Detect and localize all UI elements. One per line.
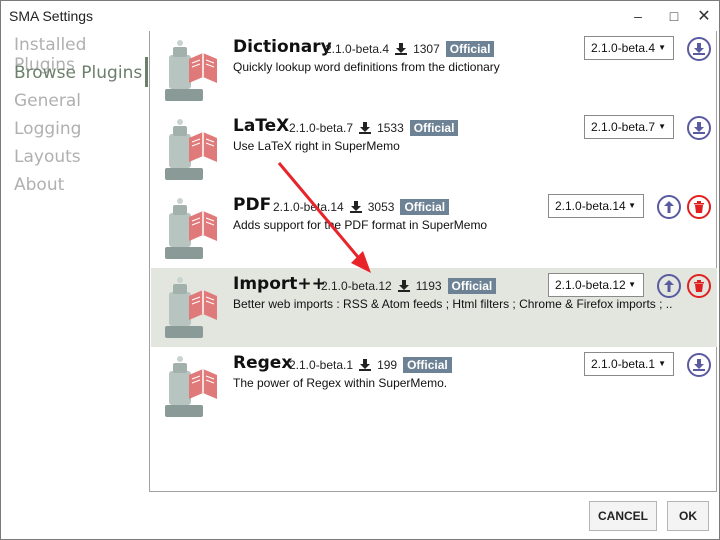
download-count-icon	[395, 43, 408, 55]
close-button[interactable]: ✕	[687, 1, 720, 31]
plugin-version: 2.1.0-beta.1	[289, 358, 354, 372]
plugin-description: Better web imports : RSS & Atom feeds ; …	[233, 297, 673, 311]
active-nav-indicator	[145, 57, 148, 87]
update-button[interactable]	[657, 274, 681, 298]
plugin-name: Regex	[233, 353, 293, 373]
plugin-description: Quickly lookup word definitions from the…	[233, 60, 500, 74]
robot-reading-icon	[165, 277, 217, 338]
plugin-downloads: 199	[377, 358, 398, 372]
plugin-description: The power of Regex within SuperMemo.	[233, 376, 448, 390]
version-select-value: 2.1.0-beta.12	[555, 278, 626, 292]
official-badge: Official	[403, 357, 452, 373]
cancel-button[interactable]: CANCEL	[589, 501, 657, 531]
settings-window: SMA Settings – □ ✕ Installed Plugins Bro…	[0, 0, 720, 540]
arrow-up-icon	[664, 201, 674, 213]
sidebar-item-browse-plugins[interactable]: Browse Plugins	[14, 63, 142, 83]
maximize-button[interactable]: □	[657, 1, 691, 31]
install-button[interactable]	[687, 116, 711, 140]
robot-reading-icon	[165, 40, 217, 101]
window-title: SMA Settings	[9, 8, 94, 24]
version-select-value: 2.1.0-beta.14	[555, 199, 626, 213]
update-button[interactable]	[657, 195, 681, 219]
plugin-description: Adds support for the PDF format in Super…	[233, 218, 488, 232]
sidebar-item-general[interactable]: General	[14, 91, 81, 111]
plugin-name: PDF	[233, 195, 272, 215]
plugin-version: 2.1.0-beta.12	[321, 279, 392, 293]
version-select[interactable]: 2.1.0-beta.1 ▼	[584, 352, 674, 376]
dropdown-caret-icon: ▼	[628, 201, 636, 210]
dropdown-caret-icon: ▼	[628, 280, 636, 289]
plugin-row-import-plus-plus[interactable]: Import++ 2.1.0-beta.12 1193 Official Bet…	[151, 268, 717, 347]
version-select-value: 2.1.0-beta.4	[591, 41, 656, 55]
sidebar: Installed Plugins Browse Plugins General…	[1, 31, 147, 539]
download-icon	[693, 43, 705, 55]
plugin-description: Use LaTeX right in SuperMemo	[233, 139, 400, 153]
download-icon	[693, 122, 705, 134]
version-select[interactable]: 2.1.0-beta.14 ▼	[548, 194, 644, 218]
minimize-button[interactable]: –	[621, 1, 655, 31]
plugin-downloads: 3053	[367, 200, 395, 214]
version-select[interactable]: 2.1.0-beta.4 ▼	[584, 36, 674, 60]
version-select-value: 2.1.0-beta.7	[591, 120, 656, 134]
uninstall-button[interactable]	[687, 195, 711, 219]
official-badge: Official	[447, 278, 497, 294]
version-select[interactable]: 2.1.0-beta.7 ▼	[584, 115, 674, 139]
arrow-up-icon	[664, 280, 674, 292]
title-bar: SMA Settings – □ ✕	[1, 1, 719, 31]
download-count-icon	[349, 201, 362, 213]
plugin-name: LaTeX	[233, 116, 290, 136]
plugin-meta: 2.1.0-beta.7 1533 Official	[289, 120, 459, 136]
dropdown-caret-icon: ▼	[658, 359, 666, 368]
download-count-icon	[359, 359, 372, 371]
ok-button[interactable]: OK	[667, 501, 709, 531]
robot-reading-icon	[165, 119, 217, 180]
plugin-row-latex[interactable]: LaTeX 2.1.0-beta.7 1533 Official Use LaT…	[151, 110, 717, 189]
official-badge: Official	[445, 41, 495, 57]
plugin-meta: 2.1.0-beta.4 1307 Official	[325, 41, 495, 57]
sidebar-item-about[interactable]: About	[14, 175, 64, 195]
plugin-version: 2.1.0-beta.4	[325, 42, 390, 56]
plugin-meta: 2.1.0-beta.12 1193 Official	[321, 278, 497, 294]
plugin-name: Dictionary	[233, 37, 332, 57]
uninstall-button[interactable]	[687, 274, 711, 298]
plugin-meta: 2.1.0-beta.14 3053 Official	[273, 199, 450, 215]
plugin-downloads: 1307	[413, 42, 440, 56]
plugin-version: 2.1.0-beta.14	[273, 200, 344, 214]
robot-reading-icon	[165, 356, 217, 417]
install-button[interactable]	[687, 37, 711, 61]
sidebar-item-layouts[interactable]: Layouts	[14, 147, 81, 167]
version-select-value: 2.1.0-beta.1	[591, 357, 656, 371]
plugin-row-dictionary[interactable]: Dictionary 2.1.0-beta.4 1307 Official Qu…	[151, 31, 717, 110]
robot-reading-icon	[165, 198, 217, 259]
plugin-row-regex[interactable]: Regex 2.1.0-beta.1 199 Official The powe…	[151, 347, 717, 426]
plugin-downloads: 1193	[415, 279, 442, 293]
plugin-name: Import++	[233, 274, 326, 294]
trash-icon	[694, 280, 704, 292]
plugin-row-pdf[interactable]: PDF 2.1.0-beta.14 3053 Official Adds sup…	[151, 189, 717, 268]
official-badge: Official	[409, 120, 459, 136]
download-count-icon	[397, 280, 410, 292]
download-icon	[693, 359, 705, 371]
dropdown-caret-icon: ▼	[658, 122, 666, 131]
version-select[interactable]: 2.1.0-beta.12 ▼	[548, 273, 644, 297]
plugin-meta: 2.1.0-beta.1 199 Official	[289, 357, 452, 373]
dropdown-caret-icon: ▼	[658, 43, 666, 52]
plugin-version: 2.1.0-beta.7	[289, 121, 354, 135]
install-button[interactable]	[687, 353, 711, 377]
download-count-icon	[359, 122, 372, 134]
plugin-downloads: 1533	[377, 121, 404, 135]
trash-icon	[694, 201, 704, 213]
sidebar-item-logging[interactable]: Logging	[14, 119, 81, 139]
official-badge: Official	[400, 199, 450, 215]
